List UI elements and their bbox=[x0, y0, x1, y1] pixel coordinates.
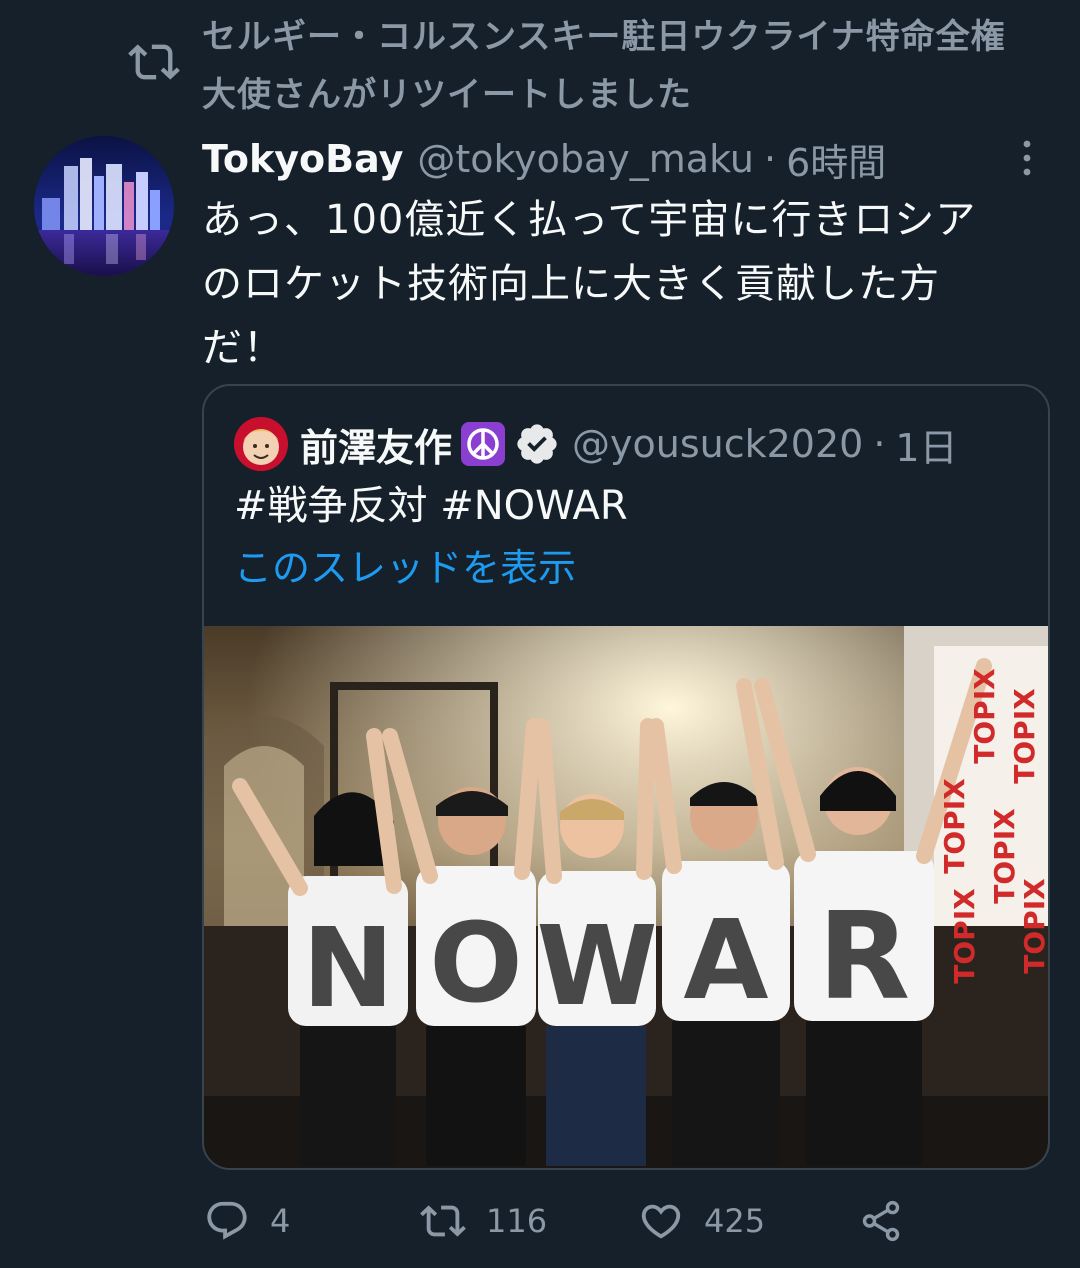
separator-dot: · bbox=[764, 137, 777, 181]
quoted-tweet-card[interactable]: 前澤友作 @yousuck2020 · 1日 #戦争反対 #NOWAR このスレ… bbox=[202, 384, 1050, 1170]
photo-letter: N bbox=[302, 904, 394, 1032]
tweet-header: TokyoBay @tokyobay_maku · 6時間 bbox=[202, 128, 886, 190]
quoted-user-handle[interactable]: @yousuck2020 bbox=[572, 422, 863, 466]
quoted-tweet-photo[interactable]: N O W A R TOPIX TOPIX TOPIX TOPIX TOPIX … bbox=[204, 626, 1050, 1170]
more-vertical-icon[interactable] bbox=[1012, 136, 1042, 180]
retweet-button[interactable]: 116 bbox=[420, 1196, 547, 1246]
photo-letter: W bbox=[536, 902, 657, 1030]
retweet-banner-line2: 大使さんがリツイートしました bbox=[202, 75, 692, 115]
photo-sign-text: TOPIX bbox=[1018, 878, 1050, 974]
reply-icon bbox=[207, 1201, 247, 1240]
heart-icon bbox=[641, 1204, 681, 1239]
photo-sign-text: TOPIX bbox=[968, 668, 1001, 764]
reply-button[interactable]: 4 bbox=[204, 1196, 290, 1246]
photo-letter: R bbox=[818, 888, 910, 1027]
retweet-count: 116 bbox=[486, 1202, 548, 1240]
quoted-tweet-header: 前澤友作 @yousuck2020 · 1日 bbox=[234, 416, 958, 472]
tweet-text-line: のロケット技術向上に大きく貢献した方 bbox=[202, 261, 940, 307]
tweet-action-bar: 4 116 425 bbox=[0, 1180, 1080, 1264]
quoted-tweet-text: #戦争反対 #NOWAR bbox=[234, 483, 628, 529]
photo-sign-text: TOPIX bbox=[1008, 688, 1041, 784]
share-icon bbox=[862, 1200, 900, 1242]
tweet-text-line: あっ、100億近く払って宇宙に行きロシア bbox=[202, 197, 977, 243]
avatar[interactable] bbox=[34, 136, 174, 276]
photo-sign-text: TOPIX bbox=[938, 778, 971, 874]
tweet-text: あっ、100億近く払って宇宙に行きロシア のロケット技術向上に大きく貢献した方 … bbox=[202, 188, 1052, 380]
retweet-banner: セルギー・コルスンスキー駐日ウクライナ特命全権 大使さんがリツイートしました bbox=[0, 0, 1080, 120]
verified-badge-icon bbox=[517, 424, 557, 464]
quoted-display-name[interactable]: 前澤友作 bbox=[300, 417, 452, 472]
share-button[interactable] bbox=[858, 1196, 924, 1246]
separator-dot: · bbox=[873, 422, 886, 466]
user-handle[interactable]: @tokyobay_maku bbox=[417, 137, 754, 181]
show-thread-link[interactable]: このスレッドを表示 bbox=[234, 538, 576, 598]
retweet-banner-text[interactable]: セルギー・コルスンスキー駐日ウクライナ特命全権 大使さんがリツイートしました bbox=[202, 8, 1072, 124]
quoted-avatar bbox=[234, 417, 288, 471]
retweet-icon bbox=[420, 1205, 466, 1237]
retweet-icon bbox=[128, 44, 180, 80]
like-button[interactable]: 425 bbox=[638, 1196, 765, 1246]
photo-sign-text: TOPIX bbox=[948, 888, 981, 984]
tweet-timestamp[interactable]: 6時間 bbox=[786, 132, 886, 187]
tweet-text-line: だ！ bbox=[202, 325, 284, 371]
photo-letter: O bbox=[429, 899, 523, 1027]
like-count: 425 bbox=[704, 1202, 766, 1240]
quoted-timestamp[interactable]: 1日 bbox=[895, 417, 957, 472]
reply-count: 4 bbox=[270, 1202, 291, 1240]
retweet-banner-line1: セルギー・コルスンスキー駐日ウクライナ特命全権 bbox=[202, 17, 1006, 57]
peace-symbol-icon bbox=[461, 422, 506, 466]
photo-sign-text: TOPIX bbox=[988, 808, 1021, 904]
display-name[interactable]: TokyoBay bbox=[202, 137, 403, 181]
avatar-city-night-image bbox=[34, 136, 174, 276]
photo-letter: A bbox=[683, 896, 768, 1024]
